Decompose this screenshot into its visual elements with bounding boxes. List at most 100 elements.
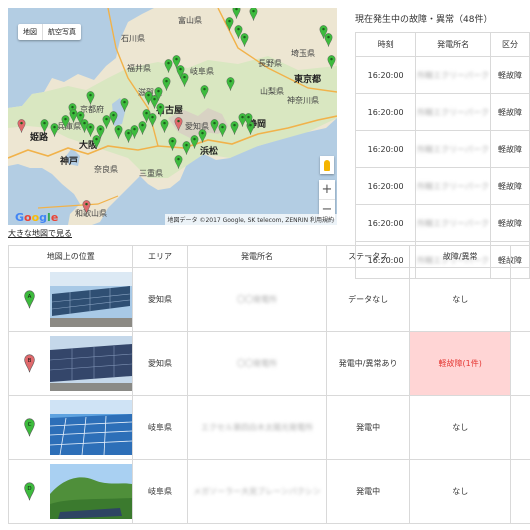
map-marker-red-icon[interactable] xyxy=(82,200,91,214)
map-type-toggle[interactable]: 地図 航空写真 xyxy=(18,24,81,40)
svg-text:D: D xyxy=(28,486,32,492)
map-type-map-button[interactable]: 地図 xyxy=(18,24,43,40)
map-marker-green-icon[interactable] xyxy=(92,135,101,149)
alert-time: 16:20:00 xyxy=(354,93,417,131)
plant-name-link[interactable]: 〇〇発電所 xyxy=(237,358,277,369)
big-map-link[interactable]: 大きな地図で見る xyxy=(8,228,72,239)
col-header-plant-name: 発電所名 xyxy=(186,245,328,268)
alert-station[interactable]: 所轄エクリーパーク xyxy=(417,144,489,155)
alerts-title: 現在発生中の故障・異常（48件） xyxy=(355,15,493,25)
plant-area: 愛知県 xyxy=(132,267,188,332)
map-marker-green-icon[interactable] xyxy=(200,85,209,99)
alert-category: 軽故障 xyxy=(489,167,530,205)
plant-status: 発電中 xyxy=(326,395,411,460)
map-marker-green-icon[interactable] xyxy=(180,73,189,87)
map-marker-green-icon[interactable] xyxy=(162,77,171,91)
map-marker-icon[interactable]: B xyxy=(24,354,35,373)
map-marker-green-icon[interactable] xyxy=(86,91,95,105)
city-label: 神戸 xyxy=(60,157,79,167)
city-label: 奈良県 xyxy=(94,165,118,174)
city-label: 富山県 xyxy=(178,16,202,25)
alert-row[interactable]: 16:20:00 所轄エクリーパーク 軽故障 xyxy=(354,204,530,242)
alert-row[interactable]: 16:20:00 所轄エクリーパーク 軽故障 xyxy=(354,56,530,94)
map-marker-green-icon[interactable] xyxy=(156,103,165,117)
map-marker-green-icon[interactable] xyxy=(226,77,235,91)
map-panel[interactable]: 地図 航空写真 富山県 石川県 福井県 岐阜県 長野県 埼玉県 山梨県 東京都 … xyxy=(8,8,337,225)
map-marker-green-icon[interactable] xyxy=(148,113,157,127)
zoom-in-button[interactable]: + xyxy=(319,180,335,200)
plant-extra-cell xyxy=(510,267,530,332)
map-marker-green-icon[interactable] xyxy=(225,17,234,31)
map-marker-green-icon[interactable] xyxy=(327,55,336,69)
col-header-time: 時刻 xyxy=(354,32,417,57)
map-position-cell: C xyxy=(7,395,134,460)
alert-time: 16:20:00 xyxy=(354,204,417,242)
plant-extra-cell xyxy=(510,395,530,460)
map-marker-green-icon[interactable] xyxy=(109,111,118,125)
alert-row[interactable]: 16:20:00 所轄エクリーパーク 軽故障 xyxy=(354,167,530,205)
map-marker-green-icon[interactable] xyxy=(120,98,129,112)
plant-extra-cell xyxy=(510,459,530,524)
map-marker-red-icon[interactable] xyxy=(174,117,183,131)
map-marker-icon[interactable]: D xyxy=(24,482,35,501)
map-marker-green-icon[interactable] xyxy=(160,119,169,133)
col-header-station: 発電所名 xyxy=(415,32,491,57)
plant-row[interactable]: A 愛知県 〇〇発電所 データなし なし xyxy=(7,267,530,332)
plant-fault[interactable]: 軽故障(1件) xyxy=(409,331,512,396)
plant-fault: なし xyxy=(409,395,512,460)
map-marker-green-icon[interactable] xyxy=(174,155,183,169)
map-marker-green-icon[interactable] xyxy=(172,55,181,69)
map-marker-green-icon[interactable] xyxy=(218,123,227,137)
alert-row[interactable]: 16:20:00 所轄エクリーパーク 軽故障 xyxy=(354,130,530,168)
street-view-pegman-icon[interactable] xyxy=(320,156,334,174)
map-attribution[interactable]: 地図データ ©2017 Google, SK telecom, ZENRIN 利… xyxy=(164,214,337,225)
map-marker-green-icon[interactable] xyxy=(144,91,153,105)
col-header-map-position: 地図上の位置 xyxy=(7,245,134,268)
plant-list-table: 地図上の位置 エリア 発電所名 ステータス 故障/異常 A 愛知県 〇〇発電所 データ… xyxy=(7,245,530,524)
city-label: 石川県 xyxy=(121,34,145,43)
map-marker-green-icon[interactable] xyxy=(168,137,177,151)
city-label: 浜松 xyxy=(200,147,219,157)
plant-name-link[interactable]: 〇〇発電所 xyxy=(237,294,277,305)
map-marker-icon[interactable]: C xyxy=(24,418,35,437)
svg-text:B: B xyxy=(28,358,32,364)
alert-category: 軽故障 xyxy=(489,93,530,131)
alert-station[interactable]: 所轄エクリーパーク xyxy=(417,70,489,81)
map-position-cell: A xyxy=(7,267,134,332)
plant-area: 岐阜県 xyxy=(132,459,188,524)
alert-station[interactable]: 所轄エクリーパーク xyxy=(417,107,489,118)
city-label: 和歌山県 xyxy=(75,209,107,218)
plant-name-link[interactable]: エクセル第四白木太陽光発電所 xyxy=(201,422,313,433)
map-marker-green-icon[interactable] xyxy=(249,8,258,21)
plant-status: 発電中/異常あり xyxy=(326,331,411,396)
alert-category: 軽故障 xyxy=(489,130,530,168)
map-type-satellite-button[interactable]: 航空写真 xyxy=(43,24,81,40)
col-header-status: ステータス xyxy=(326,245,411,268)
plant-row[interactable]: B 愛知県 〇〇発電所 発電中/異常あり 軽故障(1件) xyxy=(7,331,530,396)
plant-row[interactable]: D 岐阜県 メガソーラー大見ブレーンパクシン 発電中 なし xyxy=(7,459,530,524)
city-label: 神奈川県 xyxy=(287,96,319,105)
map-marker-green-icon[interactable] xyxy=(198,129,207,143)
alert-time: 16:20:00 xyxy=(354,130,417,168)
plant-thumbnail xyxy=(50,464,133,519)
plant-name-link[interactable]: メガソーラー大見ブレーンパクシン xyxy=(193,486,321,497)
map-marker-red-icon[interactable] xyxy=(17,119,26,133)
alert-station[interactable]: 所轄エクリーパーク xyxy=(417,181,489,192)
alert-row[interactable]: 16:20:00 所轄エクリーパーク 軽故障 xyxy=(354,93,530,131)
svg-text:C: C xyxy=(28,422,32,428)
alert-category: 軽故障 xyxy=(489,204,530,242)
plant-row[interactable]: C 岐阜県 エクセル第四白木太陽光発電所 発電中 なし xyxy=(7,395,530,460)
alert-station[interactable]: 所轄エクリーパーク xyxy=(417,218,489,229)
map-marker-green-icon[interactable] xyxy=(240,33,249,47)
map-marker-green-icon[interactable] xyxy=(244,113,253,127)
col-header-extra xyxy=(510,245,530,268)
city-label: 埼玉県 xyxy=(291,49,315,58)
map-marker-green-icon[interactable] xyxy=(324,33,333,47)
map-marker-icon[interactable]: A xyxy=(24,290,35,309)
city-label: 山梨県 xyxy=(260,87,284,96)
map-marker-green-icon[interactable] xyxy=(114,125,123,139)
map-marker-green-icon[interactable] xyxy=(138,121,147,135)
map-marker-green-icon[interactable] xyxy=(40,119,49,133)
map-marker-green-icon[interactable] xyxy=(50,123,59,137)
alert-time: 16:20:00 xyxy=(354,167,417,205)
